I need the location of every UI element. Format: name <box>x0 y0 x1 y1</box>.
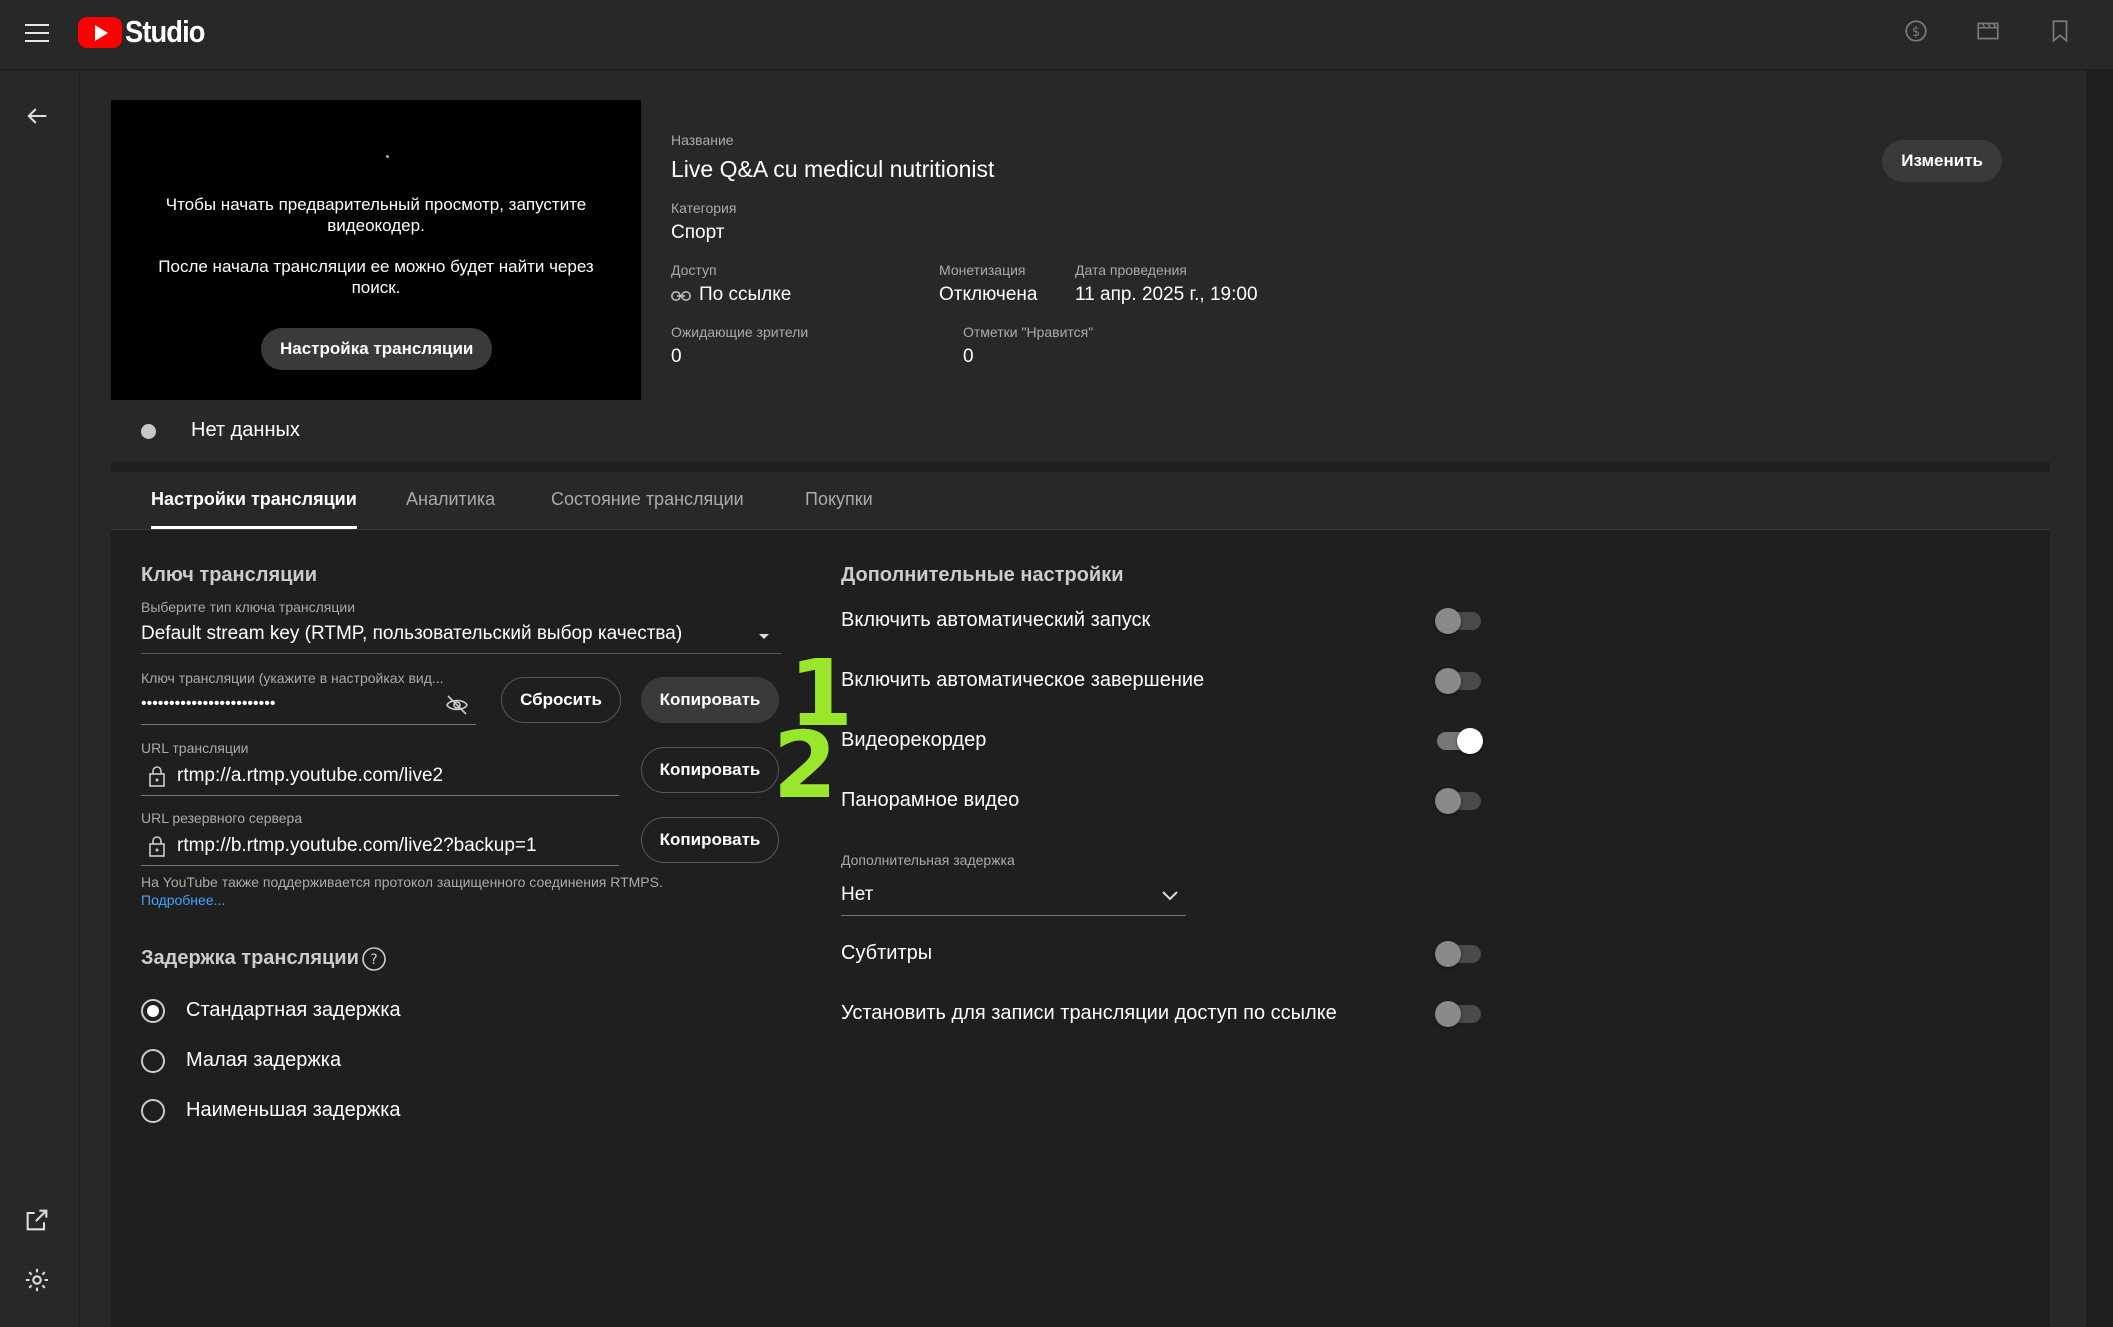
extra-delay-select[interactable]: Нет <box>841 884 873 906</box>
right-gutter <box>2086 70 2113 1327</box>
svg-text:$: $ <box>1912 25 1920 40</box>
unlisted-replay-toggle[interactable] <box>1435 1001 1481 1027</box>
waiting-label: Ожидающие зрители <box>671 324 809 340</box>
stream-details: Название Live Q&A cu medicul nutritionis… <box>641 100 2050 400</box>
lock-icon <box>149 836 165 857</box>
back-arrow-icon[interactable] <box>23 102 51 130</box>
auto-stop-toggle[interactable] <box>1435 668 1481 694</box>
stream-title: Live Q&A cu medicul nutritionist <box>671 156 995 182</box>
360-video-toggle[interactable] <box>1435 788 1481 814</box>
key-label: Ключ трансляции (укажите в настройках ви… <box>141 670 444 686</box>
status-text: Нет данных <box>191 419 300 441</box>
loading-dot <box>386 155 389 158</box>
date-value: 11 апр. 2025 г., 19:00 <box>1075 284 1258 305</box>
url-label: URL трансляции <box>141 740 249 756</box>
key-type-label: Выберите тип ключа трансляции <box>141 599 356 615</box>
preview-search-message: После начала трансляции ее можно будет н… <box>158 257 594 297</box>
copy-backup-url-button[interactable]: Копировать <box>641 817 779 863</box>
preview-panel: Чтобы начать предварительный просмотр, з… <box>111 100 641 400</box>
youtube-play-icon <box>78 16 122 48</box>
bookmark-icon[interactable] <box>2047 18 2073 44</box>
waiting-value: 0 <box>671 346 682 367</box>
latency-title: Задержка трансляции <box>141 947 359 969</box>
hide-eye-icon[interactable] <box>445 694 469 716</box>
monetization-value: Отключена <box>939 284 1038 305</box>
top-bar: Studio $ <box>0 0 2113 70</box>
learn-more-link[interactable]: Подробнее... <box>141 892 225 908</box>
standard-latency-label: Стандартная задержка <box>186 999 401 1021</box>
low-latency-label: Малая задержка <box>186 1049 342 1071</box>
delay-underline <box>841 915 1186 916</box>
category-value: Спорт <box>671 222 725 243</box>
category-label: Категория <box>671 200 737 216</box>
tab-bar: Настройки трансляции Аналитика Состояние… <box>111 472 2050 530</box>
settings-icon[interactable] <box>23 1266 51 1294</box>
select-underline <box>141 653 781 654</box>
preview-message: Чтобы начать предварительный просмотр, з… <box>165 195 587 235</box>
extra-delay-label: Дополнительная задержка <box>841 852 1015 868</box>
stream-status: Нет данных <box>111 400 2050 462</box>
auto-start-toggle[interactable] <box>1435 608 1481 634</box>
captions-label: Субтитры <box>841 942 933 964</box>
auto-start-label: Включить автоматический запуск <box>841 609 1151 631</box>
dvr-toggle[interactable] <box>1437 728 1483 754</box>
stream-key-field[interactable]: •••••••••••••••••••••••• <box>141 695 275 713</box>
likes-label: Отметки "Нравится" <box>963 324 1094 340</box>
radio-ultra-low-latency[interactable] <box>141 1099 165 1123</box>
backup-url-field[interactable]: rtmp://b.rtmp.youtube.com/live2?backup=1 <box>177 835 537 857</box>
unlisted-replay-label: Установить для записи трансляции доступ … <box>841 1002 1337 1024</box>
date-label: Дата проведения <box>1075 262 1187 278</box>
tab-shopping[interactable]: Покупки <box>805 489 873 510</box>
left-nav <box>0 70 80 1327</box>
tab-stream-settings[interactable]: Настройки трансляции <box>151 489 357 529</box>
svg-text:?: ? <box>370 952 377 968</box>
stream-key-title: Ключ трансляции <box>141 564 317 586</box>
hamburger-menu-icon[interactable] <box>22 18 52 48</box>
auto-stop-label: Включить автоматическое завершение <box>841 669 1205 691</box>
monetization-label: Монетизация <box>939 262 1026 278</box>
edit-button[interactable]: Изменить <box>1882 140 2002 182</box>
copy-key-button[interactable]: Копировать <box>641 677 779 723</box>
title-label: Название <box>671 132 734 148</box>
copy-url-button[interactable]: Копировать <box>641 747 779 793</box>
tab-analytics[interactable]: Аналитика <box>406 489 495 510</box>
logo-text: Studio <box>125 14 205 49</box>
studio-logo[interactable]: Studio <box>78 14 215 50</box>
backup-url-label: URL резервного сервера <box>141 810 303 826</box>
key-underline <box>141 724 476 725</box>
ultra-low-latency-label: Наименьшая задержка <box>186 1099 401 1121</box>
360-video-label: Панорамное видео <box>841 789 1020 811</box>
clapperboard-icon[interactable] <box>1975 18 2001 44</box>
external-link-icon[interactable] <box>23 1206 51 1234</box>
rtmps-note: На YouTube также поддерживается протокол… <box>141 874 663 890</box>
captions-toggle[interactable] <box>1435 941 1481 967</box>
additional-settings-title: Дополнительные настройки <box>841 564 1124 586</box>
key-type-select[interactable]: Default stream key (RTMP, пользовательск… <box>141 623 682 645</box>
stream-url-field[interactable]: rtmp://a.rtmp.youtube.com/live2 <box>177 765 443 787</box>
annotation-two: 2 <box>773 712 838 819</box>
radio-standard-latency[interactable] <box>141 999 165 1023</box>
link-icon <box>671 291 691 301</box>
tab-stream-health[interactable]: Состояние трансляции <box>551 489 744 510</box>
help-icon[interactable]: ? <box>361 946 387 972</box>
dvr-label: Видеорекордер <box>841 729 987 751</box>
access-label: Доступ <box>671 262 717 278</box>
dropdown-arrow-icon[interactable] <box>757 631 771 641</box>
chevron-down-icon[interactable] <box>1161 888 1179 902</box>
likes-value: 0 <box>963 346 974 367</box>
status-indicator <box>141 424 156 439</box>
backup-underline <box>141 865 619 866</box>
access-value: По ссылке <box>699 284 792 305</box>
monetization-icon[interactable]: $ <box>1903 18 1929 44</box>
radio-low-latency[interactable] <box>141 1049 165 1073</box>
stream-setup-button[interactable]: Настройка трансляции <box>261 328 493 370</box>
reset-button[interactable]: Сбросить <box>501 677 621 723</box>
main-content: Чтобы начать предварительный просмотр, з… <box>111 100 2050 1327</box>
url-underline <box>141 795 619 796</box>
lock-icon <box>149 766 165 787</box>
